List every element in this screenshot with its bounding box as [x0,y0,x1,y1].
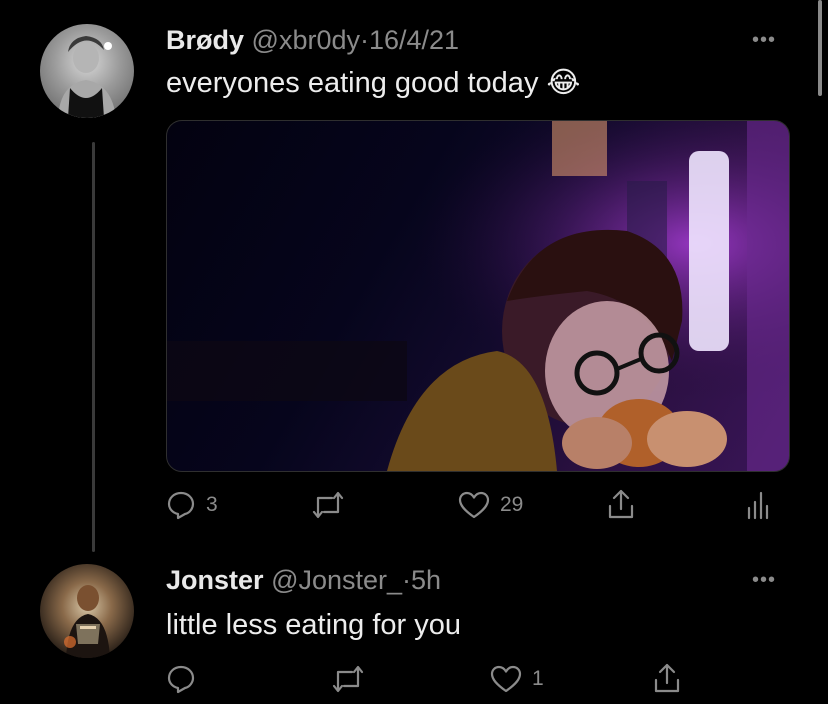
heart-icon [458,491,490,519]
author-name[interactable]: Brødy [166,25,244,55]
retweet-icon [312,491,344,519]
retweet-icon [332,665,364,693]
share-button[interactable] [652,662,682,694]
share-icon [608,489,634,519]
reply-button[interactable] [166,664,206,694]
author-name[interactable]: Jonster [166,565,264,595]
like-button[interactable]: 29 [458,490,523,520]
retweet-button[interactable] [330,664,376,694]
separator-dot: · [359,25,369,55]
tweet-text: everyones eating good today 😂 [166,67,581,99]
reply-button[interactable]: 3 [166,490,218,520]
share-button[interactable] [606,488,636,520]
analytics-button[interactable] [746,490,770,520]
like-count: 29 [500,493,524,516]
author-handle[interactable]: @Jonster_ [271,565,402,595]
more-options-icon[interactable]: ••• [752,30,776,50]
retweet-button[interactable] [310,490,356,520]
tweet-text: little less eating for you [166,609,461,641]
separator-dot: · [402,565,412,595]
heart-icon [490,665,522,693]
author-handle[interactable]: @xbr0dy [252,25,360,55]
reply-icon [167,665,195,694]
like-count: 1 [532,667,544,690]
tweet-header: Jonster @Jonster_·5h [166,564,441,596]
analytics-icon [747,491,769,520]
tweet-media-video[interactable] [166,120,790,472]
like-button[interactable]: 1 [490,664,544,694]
thread-connector-line [92,142,95,552]
avatar[interactable] [40,564,134,658]
share-icon [654,663,680,693]
reply-icon [167,491,195,520]
reply-count: 3 [206,493,218,516]
scrollbar[interactable] [818,0,822,96]
avatar[interactable] [40,24,134,118]
tweet-timestamp[interactable]: 16/4/21 [369,25,459,55]
tweet-header: Brødy @xbr0dy·16/4/21 [166,24,459,56]
more-options-icon[interactable]: ••• [752,570,776,590]
tweet-timestamp[interactable]: 5h [411,565,441,595]
